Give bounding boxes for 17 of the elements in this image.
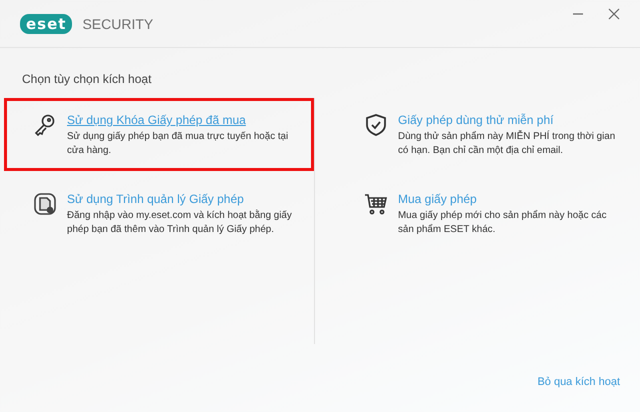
brand-logo: eset — [20, 14, 72, 34]
option-link[interactable]: Sử dụng Khóa Giấy phép đã mua — [67, 113, 303, 127]
option-description: Sử dụng giấy phép bạn đã mua trực tuyến hoặc tại cửa hàng. — [67, 130, 290, 158]
option-link[interactable]: Giấy phép dùng thử miễn phí — [398, 113, 624, 127]
document-icon — [33, 192, 57, 216]
close-button[interactable] — [606, 6, 622, 22]
shield-check-icon — [364, 113, 388, 137]
cart-icon — [364, 192, 388, 216]
skip-activation-link[interactable]: Bỏ qua kích hoạt — [537, 376, 620, 388]
window-title: SECURITY — [82, 16, 154, 32]
option-description: Mua giấy phép mới cho sản phẩm này hoặc các sản phẩm ESET khác. — [398, 209, 608, 237]
option-description: Đăng nhập vào my.eset.com và kích hoạt bằng giấy phép bạn đã thêm vào Trình quản lý Giấy phép. — [67, 209, 293, 237]
key-icon — [33, 113, 57, 137]
option-link[interactable]: Sử dụng Trình quản lý Giấy phép — [67, 192, 293, 206]
option-link[interactable]: Mua giấy phép — [398, 192, 624, 206]
option-description: Dùng thử sản phẩm này MIỄN PHÍ trong thời gian có hạn. Bạn chỉ cần một địa chỉ email. — [398, 130, 616, 158]
section-heading: Chọn tùy chọn kích hoạt — [22, 72, 152, 86]
